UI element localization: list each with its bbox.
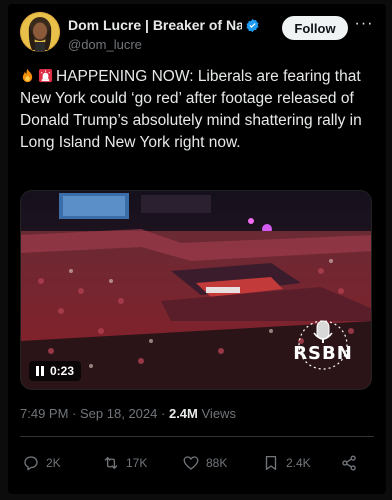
views-label: Views (201, 406, 236, 421)
channel-watermark: RSBN (283, 319, 363, 377)
meta-separator-1: · (72, 406, 77, 421)
bookmark-icon (265, 455, 277, 471)
pause-icon[interactable] (36, 366, 45, 376)
tweet-header: Dom Lucre | Breaker of Narratives @dom_l… (20, 12, 374, 56)
repost-icon (104, 457, 118, 469)
video-player[interactable]: 0:23 RSBN (20, 190, 372, 390)
views-count: 2.4M (168, 406, 198, 421)
repost-button[interactable]: 17K (102, 450, 147, 476)
author-name-text[interactable]: Dom Lucre | Breaker of Narratives (68, 17, 242, 33)
like-count: 88K (206, 456, 228, 470)
reply-button[interactable]: 2K (22, 450, 61, 476)
tweet-text: HAPPENING NOW: Liberals are fearing that… (20, 66, 372, 154)
watermark-text: RSBN (293, 343, 353, 364)
fire-emoji-icon (22, 68, 33, 83)
verified-badge-icon (246, 18, 259, 32)
follow-button[interactable]: Follow (282, 16, 348, 40)
tweet-card: Dom Lucre | Breaker of Narratives @dom_l… (8, 4, 386, 494)
author-display-name[interactable]: Dom Lucre | Breaker of Narratives (68, 16, 268, 34)
bookmark-button[interactable]: 2.4K (262, 450, 311, 476)
video-duration[interactable]: 0:23 (29, 361, 82, 381)
tweet-body: HAPPENING NOW: Liberals are fearing that… (20, 68, 362, 151)
meta-separator-2: · (161, 406, 166, 421)
divider (20, 436, 374, 437)
post-time[interactable]: 7:49 PM (20, 406, 68, 421)
heart-icon (183, 456, 199, 470)
like-button[interactable]: 88K (182, 450, 227, 476)
more-options-icon[interactable]: ··· (354, 16, 374, 38)
share-icon (342, 455, 356, 471)
duration-text: 0:23 (50, 364, 75, 378)
reply-count: 2K (46, 456, 61, 470)
repost-count: 17K (126, 456, 148, 470)
author-block: Dom Lucre | Breaker of Narratives @dom_l… (68, 16, 268, 52)
avatar[interactable] (20, 12, 60, 52)
rotating-light-emoji-icon (38, 68, 53, 83)
action-bar: 2K 17K 88K 2.4K (20, 450, 374, 476)
avatar-portrait-icon (20, 12, 60, 52)
share-button[interactable] (340, 450, 364, 476)
author-handle[interactable]: @dom_lucre (68, 37, 268, 52)
tweet-meta: 7:49 PM · Sep 18, 2024 · 2.4M Views (20, 406, 236, 421)
post-date[interactable]: Sep 18, 2024 (80, 406, 157, 421)
bookmark-count: 2.4K (286, 456, 311, 470)
reply-icon (24, 456, 38, 471)
